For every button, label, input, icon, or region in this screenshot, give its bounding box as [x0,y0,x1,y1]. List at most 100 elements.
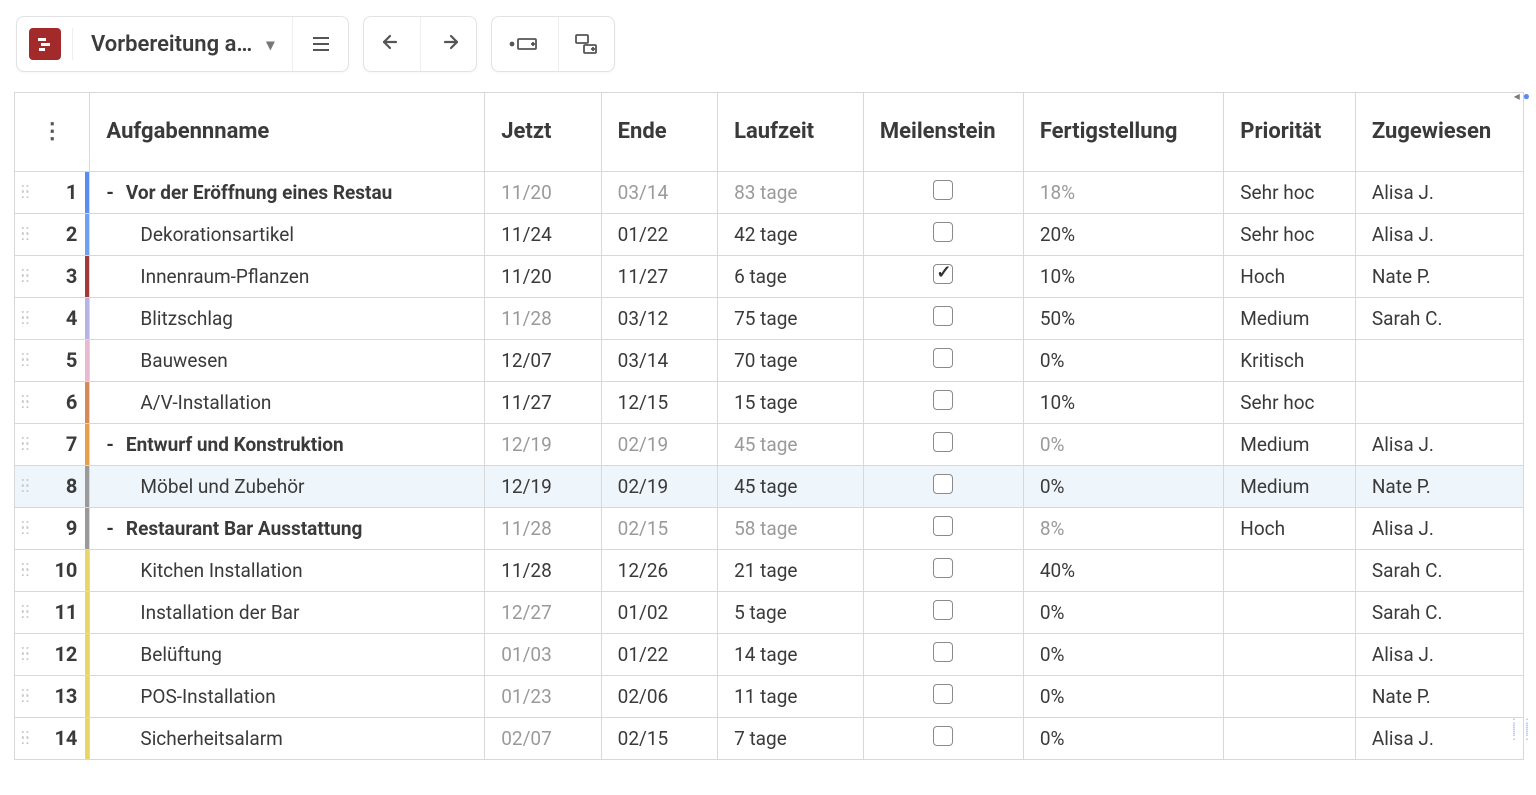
meilenstein-cell[interactable] [863,675,1023,717]
prioritaet-cell[interactable] [1224,675,1356,717]
jetzt-cell[interactable]: 12/19 [485,465,601,507]
task-name-cell[interactable]: -Entwurf und Konstruktion [90,423,485,465]
meilenstein-cell[interactable] [863,633,1023,675]
row-number-cell[interactable]: ::::4 [15,297,90,339]
prioritaet-cell[interactable]: Sehr hoc [1224,381,1356,423]
task-name-cell[interactable]: -Vor der Eröffnung eines Restau [90,171,485,213]
jetzt-cell[interactable]: 11/24 [485,213,601,255]
header-prioritaet[interactable]: Priorität [1224,93,1356,171]
table-row[interactable]: ::::9-Restaurant Bar Ausstattung11/2802/… [15,507,1524,549]
row-number-cell[interactable]: ::::8 [15,465,90,507]
row-number-cell[interactable]: ::::3 [15,255,90,297]
milestone-checkbox[interactable] [933,390,953,410]
undo-button[interactable] [364,17,420,71]
ende-cell[interactable]: 02/19 [601,423,717,465]
fertigstellung-cell[interactable]: 0% [1023,465,1223,507]
fertigstellung-cell[interactable]: 10% [1023,381,1223,423]
meilenstein-cell[interactable] [863,339,1023,381]
collapse-toggle-icon[interactable]: - [106,433,114,456]
ende-cell[interactable]: 03/14 [601,171,717,213]
row-number-cell[interactable]: ::::14 [15,717,90,759]
ende-cell[interactable]: 12/26 [601,549,717,591]
row-number-cell[interactable]: ::::13 [15,675,90,717]
ende-cell[interactable]: 01/02 [601,591,717,633]
zugewiesen-cell[interactable]: Sarah C. [1355,549,1523,591]
drag-handle-icon[interactable]: :::: [21,522,30,534]
prioritaet-cell[interactable] [1224,717,1356,759]
header-menu-cell[interactable]: ⋮ [15,93,90,171]
menu-button[interactable] [292,17,348,71]
fertigstellung-cell[interactable]: 18% [1023,171,1223,213]
ende-cell[interactable]: 02/15 [601,717,717,759]
row-number-cell[interactable]: ::::9 [15,507,90,549]
header-zugewiesen[interactable]: Zugewiesen [1355,93,1523,171]
meilenstein-cell[interactable] [863,591,1023,633]
drag-handle-icon[interactable]: :::: [21,228,30,240]
milestone-checkbox[interactable] [933,726,953,746]
ende-cell[interactable]: 02/19 [601,465,717,507]
table-row[interactable]: ::::1-Vor der Eröffnung eines Restau11/2… [15,171,1524,213]
jetzt-cell[interactable]: 12/07 [485,339,601,381]
laufzeit-cell[interactable]: 5 tage [718,591,864,633]
fertigstellung-cell[interactable]: 40% [1023,549,1223,591]
fertigstellung-cell[interactable]: 0% [1023,423,1223,465]
table-row[interactable]: ::::10Kitchen Installation11/2812/2621 t… [15,549,1524,591]
milestone-checkbox[interactable] [933,264,953,284]
meilenstein-cell[interactable] [863,465,1023,507]
row-number-cell[interactable]: ::::1 [15,171,90,213]
redo-button[interactable] [420,17,476,71]
prioritaet-cell[interactable]: Kritisch [1224,339,1356,381]
collapse-toggle-icon[interactable]: - [106,517,114,540]
drag-handle-icon[interactable]: :::: [21,690,30,702]
meilenstein-cell[interactable] [863,213,1023,255]
row-number-cell[interactable]: ::::5 [15,339,90,381]
add-task-button[interactable] [492,17,558,71]
jetzt-cell[interactable]: 11/20 [485,255,601,297]
drag-handle-icon[interactable]: :::: [21,438,30,450]
fertigstellung-cell[interactable]: 20% [1023,213,1223,255]
ende-cell[interactable]: 02/15 [601,507,717,549]
zugewiesen-cell[interactable]: Nate P. [1355,255,1523,297]
milestone-checkbox[interactable] [933,348,953,368]
zugewiesen-cell[interactable]: Sarah C. [1355,297,1523,339]
task-name-cell[interactable]: -Restaurant Bar Ausstattung [90,507,485,549]
jetzt-cell[interactable]: 12/27 [485,591,601,633]
milestone-checkbox[interactable] [933,474,953,494]
milestone-checkbox[interactable] [933,600,953,620]
laufzeit-cell[interactable]: 70 tage [718,339,864,381]
app-logo[interactable] [17,28,73,60]
add-subtask-button[interactable] [558,17,614,71]
drag-handle-icon[interactable]: :::: [21,564,30,576]
milestone-checkbox[interactable] [933,180,953,200]
jetzt-cell[interactable]: 01/23 [485,675,601,717]
meilenstein-cell[interactable] [863,717,1023,759]
header-meilenstein[interactable]: Meilenstein [863,93,1023,171]
zugewiesen-cell[interactable]: Alisa J. [1355,507,1523,549]
laufzeit-cell[interactable]: 21 tage [718,549,864,591]
fertigstellung-cell[interactable]: 0% [1023,717,1223,759]
prioritaet-cell[interactable]: Sehr hoc [1224,213,1356,255]
collapse-toggle-icon[interactable]: - [106,181,114,204]
prioritaet-cell[interactable]: Hoch [1224,507,1356,549]
prioritaet-cell[interactable] [1224,549,1356,591]
drag-handle-icon[interactable]: :::: [21,396,30,408]
task-name-cell[interactable]: Bauwesen [90,339,485,381]
task-name-cell[interactable]: Blitzschlag [90,297,485,339]
zugewiesen-cell[interactable]: Alisa J. [1355,423,1523,465]
milestone-checkbox[interactable] [933,558,953,578]
prioritaet-cell[interactable]: Medium [1224,297,1356,339]
drag-handle-icon[interactable]: :::: [21,354,30,366]
laufzeit-cell[interactable]: 45 tage [718,423,864,465]
meilenstein-cell[interactable] [863,381,1023,423]
drag-handle-icon[interactable]: :::: [21,186,30,198]
fertigstellung-cell[interactable]: 0% [1023,675,1223,717]
row-number-cell[interactable]: ::::6 [15,381,90,423]
task-name-cell[interactable]: Sicherheitsalarm [90,717,485,759]
fertigstellung-cell[interactable]: 10% [1023,255,1223,297]
header-fertigstellung[interactable]: Fertigstellung [1023,93,1223,171]
laufzeit-cell[interactable]: 11 tage [718,675,864,717]
ende-cell[interactable]: 02/06 [601,675,717,717]
zugewiesen-cell[interactable]: Alisa J. [1355,717,1523,759]
meilenstein-cell[interactable] [863,549,1023,591]
table-row[interactable]: ::::7-Entwurf und Konstruktion12/1902/19… [15,423,1524,465]
